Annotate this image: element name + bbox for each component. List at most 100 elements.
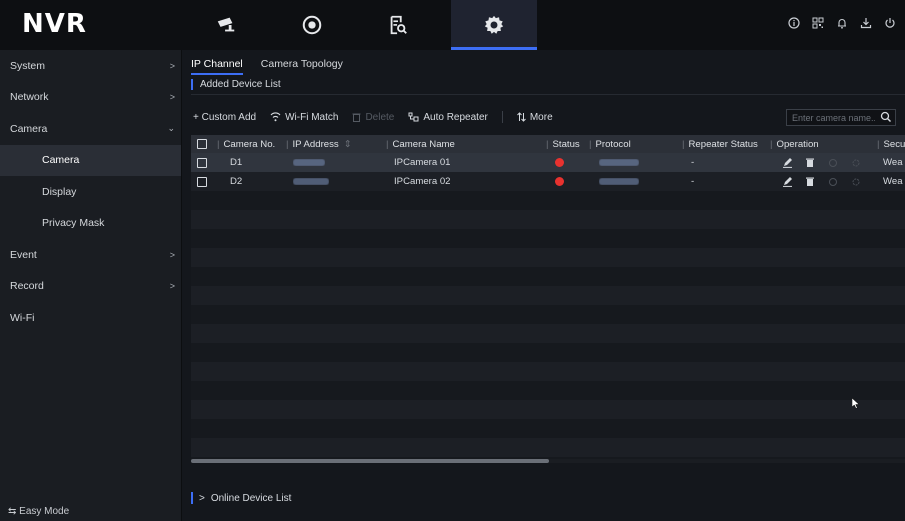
- auto-repeater-button[interactable]: Auto Repeater: [408, 112, 488, 123]
- empty-row: [191, 362, 905, 381]
- wifi-match-icon: [270, 112, 281, 122]
- repeater-status: -: [691, 176, 695, 187]
- empty-row: [191, 229, 905, 248]
- delete-button[interactable]: Delete: [352, 112, 394, 123]
- camera-search-box: [786, 109, 896, 126]
- toolbar-divider: [501, 111, 503, 123]
- header-repeater-status[interactable]: | Repeater Status: [682, 139, 758, 150]
- app-logo: NVR: [22, 9, 87, 39]
- row-checkbox[interactable]: [197, 176, 207, 187]
- settings-icon[interactable]: [850, 176, 862, 188]
- ip-address-redacted: [293, 159, 325, 166]
- online-device-list-label: Online Device List: [210, 492, 292, 504]
- topnav-playback[interactable]: [269, 0, 355, 50]
- header-security[interactable]: | Secu: [877, 139, 905, 150]
- empty-row: [191, 305, 905, 324]
- top-bar: NVR: [0, 0, 905, 50]
- edit-icon[interactable]: [781, 157, 793, 169]
- protocol-redacted: [599, 178, 639, 185]
- toolbar: + Custom Add Wi-Fi Match Delete Auto Rep…: [193, 111, 553, 123]
- empty-row: [191, 381, 905, 400]
- wifi-match-button[interactable]: Wi-Fi Match: [270, 112, 338, 123]
- sidebar-item-network[interactable]: Network >: [0, 82, 181, 114]
- empty-row: [191, 419, 905, 438]
- sidebar-item-wifi[interactable]: Wi-Fi: [0, 302, 181, 334]
- empty-row: [191, 343, 905, 362]
- empty-row: [191, 400, 905, 419]
- file-search-icon: [390, 15, 407, 35]
- topnav-live-view[interactable]: [183, 0, 269, 50]
- info-icon[interactable]: [787, 15, 801, 31]
- sidebar-item-record[interactable]: Record >: [0, 271, 181, 303]
- download-icon[interactable]: [859, 15, 873, 31]
- sidebar-item-label: Network: [10, 91, 49, 104]
- sidebar-subitem-display[interactable]: Display: [0, 176, 181, 208]
- topnav-configuration[interactable]: [451, 0, 537, 50]
- chevron-right-icon: >: [169, 60, 175, 71]
- empty-row: [191, 324, 905, 343]
- operation-icons: [781, 176, 862, 188]
- upgrade-icon[interactable]: [827, 176, 839, 188]
- select-all-checkbox[interactable]: [197, 139, 207, 149]
- sidebar-item-camera[interactable]: Camera ⌄: [0, 113, 181, 145]
- divider: [191, 94, 905, 95]
- delete-icon[interactable]: [804, 157, 816, 169]
- delete-icon[interactable]: [804, 176, 816, 188]
- easy-mode-button[interactable]: ⇆ Easy Mode: [8, 506, 69, 517]
- header-operation[interactable]: | Operation: [770, 139, 819, 150]
- main-content: IP Channel Camera Topology Added Device …: [183, 50, 905, 521]
- more-button[interactable]: More: [516, 112, 553, 123]
- sidebar-item-label: Privacy Mask: [42, 217, 105, 230]
- sidebar-item-label: Display: [42, 185, 77, 198]
- empty-row: [191, 267, 905, 286]
- status-offline-icon: [555, 158, 564, 167]
- header-status[interactable]: | Status: [546, 139, 580, 150]
- table-row[interactable]: D1 IPCamera 01 - Wea: [191, 153, 905, 172]
- sidebar-item-label: Wi-Fi: [10, 311, 35, 324]
- playback-icon: [302, 15, 322, 35]
- sidebar-subitem-camera[interactable]: Camera: [0, 144, 181, 176]
- horizontal-scrollbar[interactable]: [191, 459, 905, 463]
- sidebar-item-event[interactable]: Event >: [0, 239, 181, 271]
- wifi-match-label: Wi-Fi Match: [285, 111, 339, 123]
- search-icon[interactable]: [880, 111, 892, 126]
- sidebar-subitem-privacy-mask[interactable]: Privacy Mask: [0, 208, 181, 240]
- topnav-file-search[interactable]: [355, 0, 441, 50]
- header-camera-no[interactable]: | Camera No.: [217, 139, 275, 150]
- tab-ip-channel[interactable]: IP Channel: [191, 58, 243, 75]
- camera-name: IPCamera 01: [394, 157, 451, 168]
- custom-add-button[interactable]: + Custom Add: [193, 112, 256, 123]
- ip-address-redacted: [293, 178, 329, 185]
- upgrade-icon[interactable]: [827, 157, 839, 169]
- table-row[interactable]: D2 IPCamera 02 - Wea: [191, 172, 905, 191]
- online-device-list-toggle[interactable]: > Online Device List: [191, 492, 291, 504]
- qr-icon[interactable]: [811, 15, 825, 31]
- tab-camera-topology[interactable]: Camera Topology: [261, 58, 343, 75]
- chevron-down-icon: ⌄: [167, 123, 175, 134]
- sidebar-item-label: Camera: [10, 122, 48, 135]
- empty-row: [191, 438, 905, 457]
- chevron-right-icon: >: [169, 281, 175, 292]
- sidebar-item-label: System: [10, 59, 46, 72]
- power-icon[interactable]: [883, 15, 897, 31]
- sidebar-item-label: Event: [10, 248, 37, 261]
- bell-icon[interactable]: [835, 15, 849, 31]
- edit-icon[interactable]: [781, 176, 793, 188]
- sidebar-item-label: Camera: [42, 154, 80, 167]
- sidebar-item-system[interactable]: System >: [0, 50, 181, 82]
- delete-label: Delete: [365, 111, 395, 123]
- gear-icon: [484, 15, 504, 34]
- trash-icon: [352, 113, 361, 122]
- camera-no: D2: [230, 176, 243, 187]
- chevron-right-icon: >: [169, 249, 175, 260]
- header-ip-address[interactable]: | IP Address ⇕: [286, 139, 352, 150]
- camera-search-input[interactable]: [787, 112, 875, 123]
- header-camera-name[interactable]: | Camera Name: [386, 139, 455, 150]
- scrollbar-thumb[interactable]: [191, 459, 549, 463]
- settings-icon[interactable]: [850, 157, 862, 169]
- tab-bar: IP Channel Camera Topology: [191, 58, 343, 75]
- empty-row: [191, 210, 905, 229]
- header-protocol[interactable]: | Protocol: [589, 139, 631, 150]
- row-checkbox[interactable]: [197, 157, 207, 168]
- repeater-status: -: [691, 157, 695, 168]
